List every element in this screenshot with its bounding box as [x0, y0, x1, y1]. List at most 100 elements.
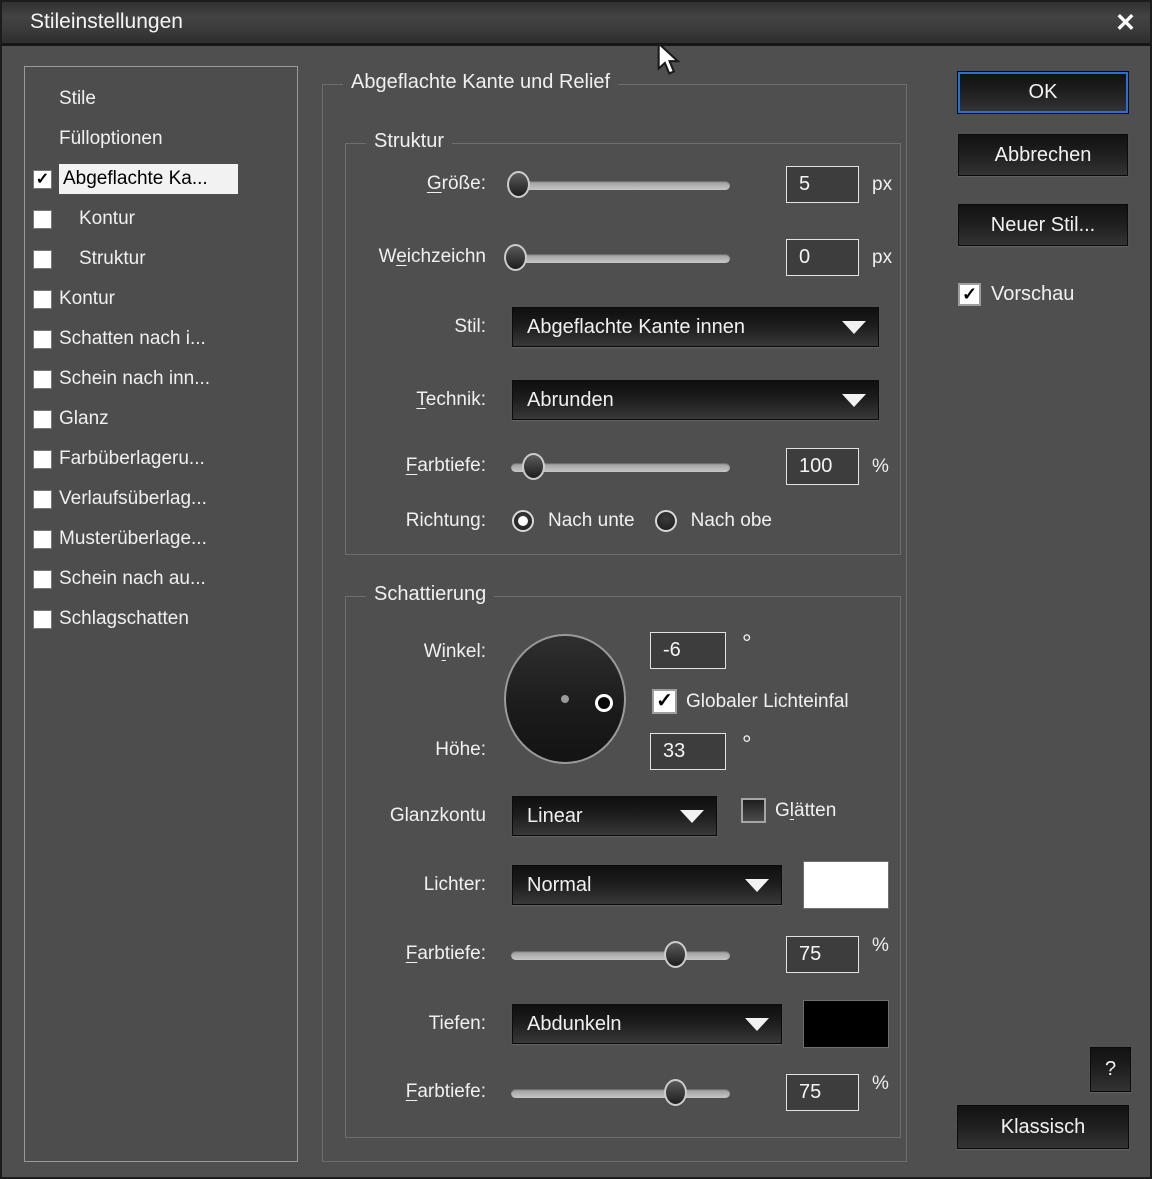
angle-dial[interactable]	[504, 634, 626, 764]
highlight-mode-dropdown[interactable]: Normal	[512, 865, 782, 905]
soften-slider-knob[interactable]	[504, 244, 527, 271]
size-input[interactable]: 5	[786, 166, 859, 203]
altitude-label: Höhe:	[346, 737, 486, 763]
sidebar-item-label: Abgeflachte Ka...	[59, 164, 238, 194]
sidebar-item-label: Schein nach au...	[59, 568, 206, 590]
item-checkbox[interactable]	[33, 410, 52, 429]
chevron-down-icon	[745, 879, 769, 892]
sidebar-item[interactable]: Glanz	[25, 399, 297, 439]
preview-checkbox[interactable]: ✓	[958, 283, 981, 306]
shadow-mode-dropdown[interactable]: Abdunkeln	[512, 1004, 782, 1044]
sidebar-item-label: Kontur	[79, 208, 135, 230]
sidebar-item[interactable]: Verlaufsüberlag...	[25, 479, 297, 519]
checkbox-spacer	[33, 90, 52, 109]
shading-group: Schattierung Winkel: -6 ° ✓ Globaler Lic…	[345, 596, 901, 1138]
item-checkbox[interactable]	[33, 530, 52, 549]
structure-group: Struktur Größe: 5 px Weichzeichn 0 px St…	[345, 143, 901, 555]
sidebar-item[interactable]: Farbüberlageru...	[25, 439, 297, 479]
depth-input[interactable]: 100	[786, 448, 859, 485]
shadow-opacity-label: Farbtiefe:	[346, 1079, 486, 1105]
style-dropdown[interactable]: Abgeflachte Kante innen	[512, 307, 879, 347]
sidebar-item[interactable]: Kontur	[25, 279, 297, 319]
sidebar-item-label: Musterüberlage...	[59, 528, 207, 550]
global-light-row: ✓ Globaler Lichteinfal	[652, 689, 849, 714]
technique-label: Technik:	[346, 387, 486, 413]
soften-slider-track[interactable]	[511, 254, 730, 263]
style-settings-dialog: Stileinstellungen ✕ Stile Fülloptionen ✓ Ab…	[0, 0, 1152, 1179]
item-checkbox[interactable]	[33, 490, 52, 509]
shadow-opacity-slider[interactable]	[511, 1079, 730, 1106]
technique-dropdown-value: Abrunden	[527, 389, 842, 412]
chevron-down-icon	[745, 1018, 769, 1031]
new-style-button[interactable]: Neuer Stil...	[958, 204, 1128, 246]
sidebar-item[interactable]: Stile	[25, 79, 297, 119]
item-checkbox[interactable]	[33, 330, 52, 349]
sidebar-item-label: Glanz	[59, 408, 109, 430]
item-checkbox[interactable]	[33, 250, 52, 269]
highlight-color-swatch[interactable]	[804, 862, 888, 908]
cancel-button[interactable]: Abbrechen	[958, 134, 1128, 176]
sidebar-item[interactable]: Schatten nach i...	[25, 319, 297, 359]
depth-unit: %	[872, 456, 889, 478]
soften-input[interactable]: 0	[786, 239, 859, 276]
soften-label: Weichzeichn	[346, 244, 486, 270]
title-bar[interactable]: Stileinstellungen ✕	[2, 2, 1150, 46]
style-list-panel: Stile Fülloptionen ✓ Abgeflachte Ka... Kontu…	[24, 66, 298, 1162]
depth-label: Farbtiefe:	[346, 453, 486, 479]
shadow-color-swatch[interactable]	[804, 1001, 888, 1047]
help-button[interactable]: ?	[1090, 1047, 1131, 1092]
item-checkbox[interactable]	[33, 290, 52, 309]
anti-alias-label: Glätten	[775, 800, 836, 822]
sidebar-item[interactable]: Fülloptionen	[25, 119, 297, 159]
item-checkbox[interactable]	[33, 450, 52, 469]
sidebar-item[interactable]: Musterüberlage...	[25, 519, 297, 559]
sidebar-item[interactable]: Schein nach au...	[25, 559, 297, 599]
highlight-opacity-track[interactable]	[511, 951, 730, 960]
item-checkbox[interactable]	[33, 210, 52, 229]
angle-input[interactable]: -6	[650, 632, 726, 669]
altitude-input[interactable]: 33	[650, 733, 726, 770]
direction-radio[interactable]	[512, 510, 534, 532]
highlight-mode-value: Normal	[527, 874, 745, 897]
preview-label: Vorschau	[991, 283, 1074, 306]
soften-slider[interactable]	[511, 244, 730, 271]
shadow-opacity-track[interactable]	[511, 1089, 730, 1098]
sidebar-item[interactable]: Kontur	[25, 199, 297, 239]
size-unit: px	[872, 174, 892, 196]
item-checkbox[interactable]	[33, 610, 52, 629]
global-light-checkbox[interactable]: ✓	[652, 689, 677, 714]
sidebar-item[interactable]: ✓ Abgeflachte Ka...	[25, 159, 297, 199]
highlight-opacity-knob[interactable]	[664, 941, 687, 968]
gloss-contour-dropdown[interactable]: Linear	[512, 796, 717, 836]
technique-dropdown[interactable]: Abrunden	[512, 380, 879, 420]
direction-options: Nach unteNach obe	[512, 508, 778, 534]
depth-slider[interactable]	[511, 453, 730, 480]
close-icon[interactable]: ✕	[1115, 8, 1136, 38]
classic-button[interactable]: Klassisch	[957, 1105, 1129, 1149]
anti-alias-checkbox[interactable]	[741, 798, 766, 823]
direction-radio[interactable]	[655, 510, 677, 532]
highlight-opacity-input[interactable]: 75	[786, 936, 859, 973]
highlight-opacity-slider[interactable]	[511, 941, 730, 968]
item-checkbox[interactable]: ✓	[33, 170, 52, 189]
chevron-down-icon	[842, 394, 866, 407]
shadow-opacity-input[interactable]: 75	[786, 1074, 859, 1111]
sidebar-item[interactable]: Schein nach inn...	[25, 359, 297, 399]
size-slider-track[interactable]	[511, 181, 730, 190]
size-slider[interactable]	[511, 171, 730, 198]
style-label: Stil:	[346, 314, 486, 340]
sidebar-item-label: Kontur	[59, 288, 115, 310]
depth-slider-knob[interactable]	[522, 453, 545, 480]
sidebar-item[interactable]: Schlagschatten	[25, 599, 297, 639]
angle-unit: °	[742, 630, 752, 658]
angle-dial-indicator[interactable]	[595, 694, 613, 712]
item-checkbox[interactable]	[33, 370, 52, 389]
chevron-down-icon	[842, 321, 866, 334]
size-slider-knob[interactable]	[507, 171, 530, 198]
ok-button[interactable]: OK	[958, 72, 1128, 113]
altitude-unit: °	[742, 731, 752, 759]
sidebar-item-label: Stile	[59, 88, 96, 110]
shadow-opacity-knob[interactable]	[664, 1079, 687, 1106]
sidebar-item[interactable]: Struktur	[25, 239, 297, 279]
item-checkbox[interactable]	[33, 570, 52, 589]
